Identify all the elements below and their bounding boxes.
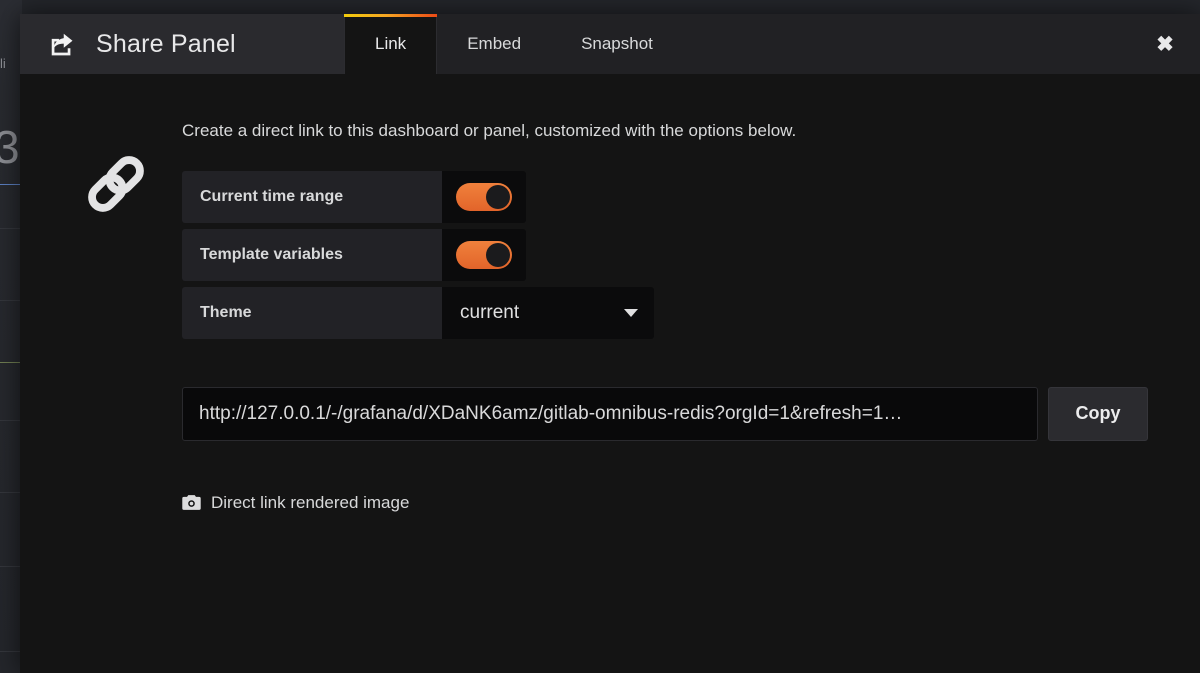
link-options-column: Create a direct link to this dashboard o… (182, 120, 1200, 673)
direct-link-rendered-image-label: Direct link rendered image (211, 492, 410, 512)
option-control (442, 170, 526, 223)
backdrop-big-number: 3 (0, 121, 20, 173)
current-time-range-toggle[interactable] (456, 182, 512, 211)
share-panel-modal: Share Panel Link Embed Snapshot ✖ Create… (20, 14, 1200, 673)
share-options-table: Current time range Template variables Th… (182, 170, 1160, 339)
option-control (442, 228, 526, 281)
backdrop-gridline (0, 492, 22, 493)
backdrop-left-strip (0, 0, 22, 673)
tab-embed[interactable]: Embed (437, 14, 551, 74)
backdrop-gridline (0, 420, 22, 421)
share-url-input[interactable] (182, 386, 1038, 441)
toggle-knob (486, 184, 510, 209)
close-icon[interactable]: ✖ (1152, 31, 1178, 57)
tab-snapshot[interactable]: Snapshot (551, 14, 683, 74)
option-row-current-time-range: Current time range (182, 170, 526, 223)
modal-title-block: Share Panel (20, 14, 344, 74)
chevron-down-icon (624, 308, 638, 317)
direct-link-rendered-image[interactable]: Direct link rendered image (182, 493, 409, 513)
modal-tabs: Link Embed Snapshot ✖ (344, 14, 1200, 74)
chain-link-icon (80, 148, 182, 220)
copy-button[interactable]: Copy (1048, 386, 1148, 441)
tab-link[interactable]: Link (344, 14, 438, 74)
theme-select-value: current (460, 301, 520, 323)
description-text: Create a direct link to this dashboard o… (182, 121, 797, 140)
camera-icon (182, 494, 201, 511)
page-title: Share Panel (96, 29, 236, 58)
backdrop-gridline (0, 228, 22, 229)
option-label: Current time range (182, 170, 442, 223)
option-label: Template variables (182, 228, 442, 281)
backdrop-partial-text: li (0, 56, 6, 71)
modal-body: Create a direct link to this dashboard o… (20, 74, 1200, 673)
theme-select[interactable]: current (442, 286, 654, 339)
backdrop-gridline (0, 566, 22, 567)
option-row-theme: Theme current (182, 286, 654, 339)
backdrop-series-blue (0, 184, 22, 185)
option-row-template-variables: Template variables (182, 228, 526, 281)
template-variables-toggle[interactable] (456, 240, 512, 269)
backdrop-series-green (0, 362, 22, 363)
modal-header: Share Panel Link Embed Snapshot ✖ (20, 14, 1200, 74)
option-label: Theme (182, 286, 442, 339)
toggle-knob (486, 242, 510, 267)
share-icon (48, 30, 76, 58)
share-url-row: Copy (182, 386, 1148, 441)
backdrop-gridline (0, 300, 22, 301)
link-icon-column (20, 120, 182, 673)
